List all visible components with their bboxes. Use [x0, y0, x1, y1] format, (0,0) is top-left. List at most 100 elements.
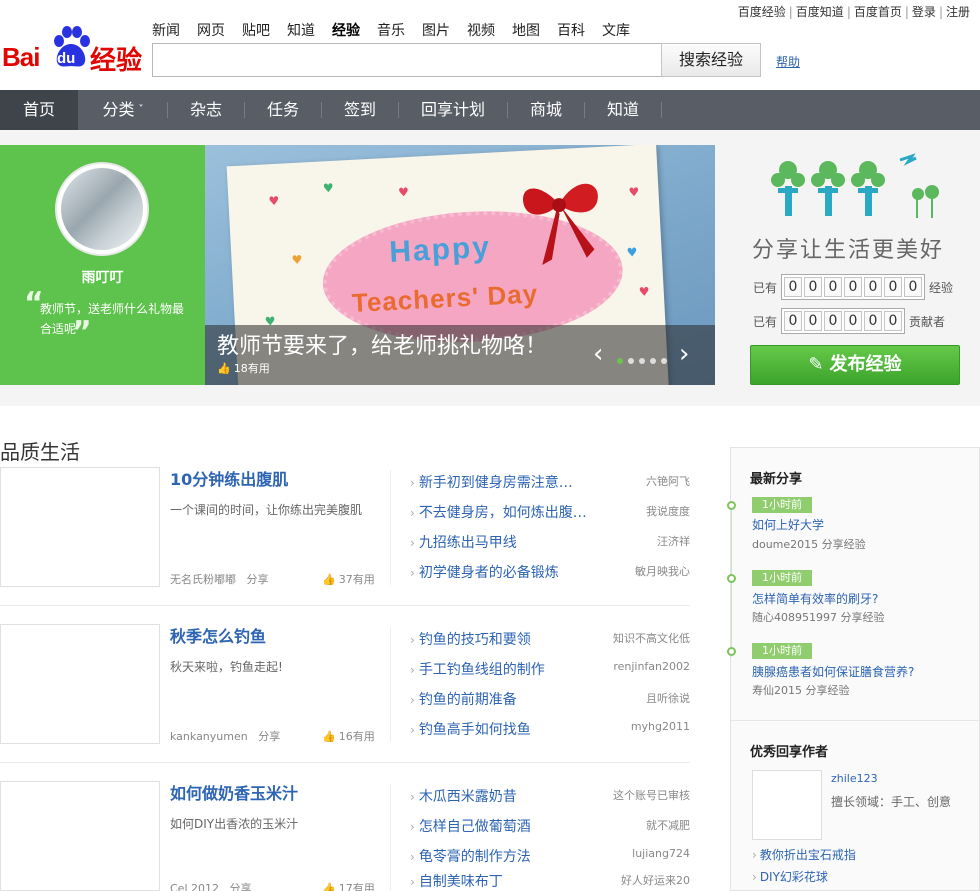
avatar[interactable]: [55, 162, 149, 256]
product-nav-web[interactable]: 网页: [197, 23, 225, 39]
latest-question[interactable]: 胰腺癌患者如何保证膳食营养?: [752, 663, 914, 680]
main-nav: 首页 分类 ˅ 杂志 任务 签到 回享计划 商城 知道: [0, 90, 980, 130]
heart-icon: ♥: [626, 245, 638, 260]
carousel-next-button[interactable]: ›: [679, 341, 689, 367]
list-item[interactable]: › 初学健身者的必备锻炼 敏月映我心: [410, 562, 690, 582]
time-badge: 1小时前: [752, 497, 812, 513]
carousel-dot[interactable]: [628, 358, 634, 364]
feature-title[interactable]: 如何做奶香玉米汁: [170, 780, 298, 804]
list-item[interactable]: › 钓鱼高手如何找鱼 myhg2011: [410, 719, 690, 739]
main-nav-checkin[interactable]: 签到: [322, 90, 398, 130]
product-nav-wenku[interactable]: 文库: [602, 23, 630, 39]
product-nav-zhidao[interactable]: 知道: [287, 23, 315, 39]
chevron-right-icon: ›: [410, 820, 415, 834]
product-nav-news[interactable]: 新闻: [152, 23, 180, 39]
latest-user: 随心408951997 分享经验: [752, 611, 885, 624]
feature-thumbnail[interactable]: [0, 467, 160, 587]
time-badge: 1小时前: [752, 643, 812, 659]
featured-user-name[interactable]: 雨叮叮: [0, 267, 205, 287]
help-link[interactable]: 帮助: [776, 53, 800, 70]
heart-icon: ♥: [638, 284, 650, 300]
thumb-up-icon: 👍: [217, 362, 231, 375]
top-link-home[interactable]: 百度首页: [854, 5, 902, 19]
carousel-dot[interactable]: [639, 358, 645, 364]
list-item[interactable]: › 木瓜西米露奶昔 这个账号已审核: [410, 786, 690, 806]
top-links: 百度经验 | 百度知道 | 百度首页 | 登录 | 注册: [737, 5, 970, 19]
author-article-link[interactable]: › DIY幻彩花球: [752, 868, 828, 885]
chevron-right-icon: ›: [410, 566, 415, 580]
thumb-up-icon: 👍: [322, 573, 336, 586]
heart-icon: ♥: [397, 184, 410, 200]
section-title: 品质生活: [0, 440, 80, 464]
chevron-right-icon: ›: [410, 723, 415, 737]
product-nav-video[interactable]: 视频: [467, 23, 495, 39]
main-nav-mall[interactable]: 商城: [508, 90, 584, 130]
chevron-right-icon: ›: [410, 506, 415, 520]
latest-question[interactable]: 如何上好大学: [752, 516, 824, 533]
list-item[interactable]: › 不去健身房，如何炼出腹… 我说度度: [410, 502, 690, 522]
chevron-right-icon: ›: [410, 850, 415, 864]
product-nav-baike[interactable]: 百科: [557, 23, 585, 39]
list-item[interactable]: › 自制美味布丁 好人好运来20: [410, 871, 690, 891]
list-item[interactable]: › 龟苓膏的制作方法 lujiang724: [410, 846, 690, 866]
feature-useful: 👍 17有用: [322, 880, 375, 891]
feature-thumbnail[interactable]: [0, 624, 160, 744]
feature-title[interactable]: 秋季怎么钓鱼: [170, 623, 266, 647]
carousel-dot[interactable]: [617, 358, 623, 364]
chevron-right-icon: ›: [410, 536, 415, 550]
close-quote-icon: ”: [72, 315, 92, 350]
main-nav-task[interactable]: 任务: [245, 90, 321, 130]
product-nav-tieba[interactable]: 贴吧: [242, 23, 270, 39]
search-input[interactable]: [152, 43, 662, 77]
baidu-jingyan-logo[interactable]: Bai du 经验: [2, 26, 142, 76]
author-avatar[interactable]: [752, 770, 822, 840]
top-link-zhidao[interactable]: 百度知道: [796, 5, 844, 19]
chevron-right-icon: ›: [752, 870, 757, 884]
heart-icon: ♥: [291, 252, 303, 268]
thumb-up-icon: 👍: [322, 882, 336, 891]
author-field: 擅长领域：手工、创意: [831, 795, 952, 809]
list-item[interactable]: › 怎样自己做葡萄酒 就不减肥: [410, 816, 690, 836]
main-nav-share-plan[interactable]: 回享计划: [399, 90, 507, 130]
list-item[interactable]: › 钓鱼的前期准备 且听徐说: [410, 689, 690, 709]
product-nav: 新闻 网页 贴吧 知道 经验 音乐 图片 视频 地图 百科 文库: [152, 20, 647, 40]
main-nav-zhidao[interactable]: 知道: [585, 90, 661, 130]
list-item[interactable]: › 钓鱼的技巧和要领 知识不高文化低: [410, 629, 690, 649]
slogan: 分享让生活更美好: [752, 238, 945, 263]
heart-icon: ♥: [322, 180, 335, 196]
top-link-jingyan[interactable]: 百度经验: [738, 5, 786, 19]
contributor-digits: 000000: [781, 308, 906, 334]
carousel-dot[interactable]: [661, 358, 667, 364]
author-name[interactable]: zhile123: [831, 772, 878, 785]
publish-experience-button[interactable]: ✎ 发布经验: [750, 345, 960, 385]
login-link[interactable]: 登录: [912, 5, 936, 19]
banner-carousel[interactable]: Happy Teachers' Day ♥ ♥ ♥ ♥ ♥ ♥ ♥ ♥ 教师节要…: [205, 145, 715, 385]
search-button[interactable]: 搜索经验: [661, 43, 761, 77]
latest-question[interactable]: 怎样简单有效率的刷牙?: [752, 590, 878, 607]
main-nav-magazine[interactable]: 杂志: [168, 90, 244, 130]
list-item[interactable]: › 九招练出马甲线 汪济祥: [410, 532, 690, 552]
register-link[interactable]: 注册: [946, 5, 970, 19]
chevron-down-icon: ˅: [138, 104, 144, 115]
list-item[interactable]: › 手工钓鱼线组的制作 renjinfan2002: [410, 659, 690, 679]
author-article-link[interactable]: › 教你折出宝石戒指: [752, 846, 856, 863]
banner-caption[interactable]: 教师节要来了，给老师挑礼物咯！: [217, 328, 547, 360]
product-nav-music[interactable]: 音乐: [377, 23, 405, 39]
chevron-right-icon: ›: [410, 693, 415, 707]
product-nav-jingyan[interactable]: 经验: [332, 23, 360, 39]
experience-counter: 已有 0000000 经验: [753, 274, 953, 300]
product-nav-image[interactable]: 图片: [422, 23, 450, 39]
carousel-dot[interactable]: [650, 358, 656, 364]
feature-thumbnail[interactable]: [0, 781, 160, 891]
main-nav-category[interactable]: 分类 ˅: [90, 90, 156, 130]
latest-user: 寿仙2015 分享经验: [752, 684, 850, 697]
feature-useful: 👍 16有用: [322, 730, 375, 743]
feature-desc: 秋天来啦，钓鱼走起!: [170, 660, 283, 674]
carousel-prev-button[interactable]: ‹: [593, 341, 603, 367]
feature-title[interactable]: 10分钟练出腹肌: [170, 466, 288, 490]
list-item[interactable]: › 新手初到健身房需注意… 六铯阿飞: [410, 472, 690, 492]
heart-icon: ♥: [628, 184, 640, 200]
main-nav-home[interactable]: 首页: [0, 90, 78, 130]
chevron-right-icon: ›: [410, 476, 415, 490]
product-nav-map[interactable]: 地图: [512, 23, 540, 39]
